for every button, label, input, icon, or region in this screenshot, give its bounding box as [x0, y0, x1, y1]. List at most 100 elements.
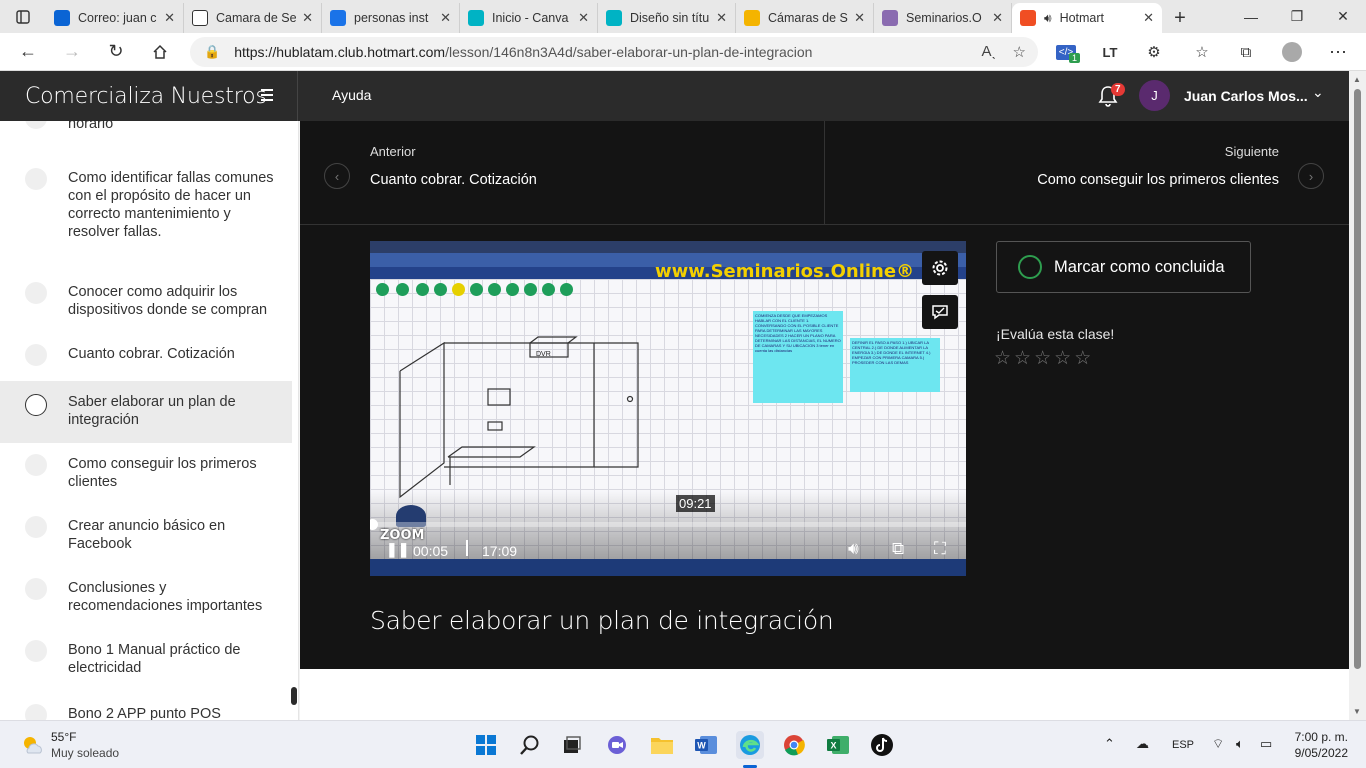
task-view-button[interactable] — [558, 731, 586, 759]
onedrive-icon[interactable]: ☁ — [1136, 736, 1149, 752]
tab-close-icon[interactable]: ✕ — [440, 10, 451, 26]
lesson-item[interactable]: horario — [0, 121, 292, 141]
minimize-button[interactable]: — — [1228, 0, 1274, 33]
lesson-item[interactable]: Conocer como adquirir los dispositivos d… — [0, 281, 292, 327]
video-comment-button[interactable] — [922, 295, 958, 329]
clock-date[interactable]: 9/05/2022 — [1290, 746, 1348, 760]
scroll-up-icon[interactable]: ▲ — [1353, 75, 1361, 84]
tab-close-icon[interactable]: ✕ — [1143, 10, 1154, 26]
video-player[interactable]: www.Seminarios.Online® DVR COMIENZA DESD… — [370, 241, 966, 576]
avatar[interactable]: J — [1139, 80, 1170, 111]
browser-tab[interactable]: Seminarios.O ✕ — [874, 3, 1012, 33]
tab-audio-icon[interactable]: 🔊︎ — [1044, 11, 1052, 26]
home-button[interactable] — [138, 33, 182, 71]
picture-in-picture-icon[interactable]: ⧉ — [892, 539, 904, 559]
volume-icon[interactable]: 🔊︎ — [848, 539, 859, 559]
forward-button[interactable]: → — [50, 33, 94, 71]
star-icon[interactable]: ☆ — [1074, 347, 1091, 370]
page-scrollbar[interactable]: ▲ ▼ — [1349, 71, 1366, 720]
browser-tab[interactable]: personas inst ✕ — [322, 3, 460, 33]
scroll-down-icon[interactable]: ▼ — [1353, 707, 1361, 716]
chrome-button[interactable] — [780, 731, 808, 759]
star-icon[interactable]: ☆ — [994, 347, 1011, 370]
lesson-item[interactable]: Como conseguir los primeros clientes — [0, 453, 292, 501]
next-lesson-link[interactable]: Siguiente Como conseguir los primeros cl… — [825, 121, 1349, 225]
speaker-icon[interactable]: 🔈︎ — [1236, 736, 1244, 752]
lesson-status-icon[interactable] — [25, 578, 47, 600]
add-favorite-icon[interactable]: ☆ — [1013, 43, 1026, 61]
extension-lt-button[interactable]: LT — [1090, 33, 1130, 71]
tab-close-icon[interactable]: ✕ — [578, 10, 589, 26]
browser-tab[interactable]: Inicio - Canva ✕ — [460, 3, 598, 33]
chevron-down-icon[interactable]: ⌄ — [1312, 84, 1324, 101]
edge-button[interactable] — [736, 731, 764, 759]
lesson-item[interactable]: Cuanto cobrar. Cotización — [0, 343, 292, 377]
previous-lesson-link[interactable]: ‹ Anterior Cuanto cobrar. Cotización — [300, 121, 825, 225]
url-input[interactable]: 🔒 https://hublatam.club.hotmart.com/less… — [190, 37, 1038, 67]
fullscreen-icon[interactable]: ⛶ — [934, 539, 946, 559]
tab-actions-button[interactable] — [0, 0, 46, 33]
start-button[interactable] — [472, 731, 500, 759]
lesson-status-icon[interactable] — [25, 344, 47, 366]
star-icon[interactable]: ☆ — [1054, 347, 1071, 370]
help-link[interactable]: Ayuda — [332, 87, 371, 103]
sun-cloud-icon[interactable] — [20, 733, 44, 757]
lesson-status-icon[interactable] — [25, 704, 47, 720]
tab-close-icon[interactable]: ✕ — [302, 10, 313, 26]
video-settings-button[interactable] — [922, 251, 958, 285]
lesson-item[interactable]: Bono 1 Manual práctico de electricidad — [0, 639, 292, 687]
user-name[interactable]: Juan Carlos Mos... — [1184, 88, 1308, 104]
tab-close-icon[interactable]: ✕ — [854, 10, 865, 26]
lesson-item[interactable]: Como identificar fallas comunes con el p… — [0, 167, 292, 263]
language-indicator[interactable]: ESP — [1172, 739, 1194, 751]
mark-complete-button[interactable]: Marcar como concluida — [996, 241, 1251, 293]
browser-tab[interactable]: Correo: juan c ✕ — [46, 3, 184, 33]
browser-tab[interactable]: Diseño sin títu ✕ — [598, 3, 736, 33]
lesson-status-icon[interactable] — [25, 640, 47, 662]
close-window-button[interactable]: ✕ — [1320, 0, 1366, 33]
search-button[interactable] — [516, 731, 544, 759]
browser-tab[interactable]: 🔊︎ Hotmart ✕ — [1012, 3, 1162, 33]
lesson-item[interactable]: Conclusiones y recomendaciones important… — [0, 577, 292, 625]
extensions-button[interactable]: ⚙ — [1134, 33, 1174, 71]
lesson-status-icon[interactable] — [25, 121, 47, 129]
file-explorer-button[interactable] — [648, 731, 676, 759]
tray-overflow-icon[interactable]: ⌃ — [1104, 736, 1115, 752]
chevron-left-icon[interactable]: ‹ — [324, 163, 350, 189]
tab-close-icon[interactable]: ✕ — [164, 10, 175, 26]
settings-menu-button[interactable]: ⋯ — [1318, 33, 1358, 71]
lesson-status-icon[interactable] — [25, 516, 47, 538]
back-button[interactable]: ← — [6, 33, 50, 71]
sidebar-scrollbar[interactable] — [291, 687, 297, 705]
pause-button[interactable]: ❚❚ — [386, 541, 409, 558]
favorites-button[interactable]: ☆ — [1182, 33, 1222, 71]
tab-close-icon[interactable]: ✕ — [716, 10, 727, 26]
lesson-status-icon[interactable] — [25, 394, 47, 416]
star-icon[interactable]: ☆ — [1034, 347, 1051, 370]
chevron-right-icon[interactable]: › — [1298, 163, 1324, 189]
video-progress-bar[interactable] — [370, 522, 966, 527]
browser-tab[interactable]: Cámaras de S ✕ — [736, 3, 874, 33]
battery-icon[interactable]: ▭ — [1260, 736, 1272, 752]
restore-button[interactable]: ❐ — [1274, 0, 1320, 33]
clock-time[interactable]: 7:00 p. m. — [1292, 730, 1348, 744]
lesson-status-icon[interactable] — [25, 282, 47, 304]
lesson-status-icon[interactable] — [25, 168, 47, 190]
new-tab-button[interactable]: + — [1162, 3, 1198, 33]
lesson-item[interactable]: Saber elaborar un plan de integración — [0, 381, 292, 443]
lesson-item[interactable]: Crear anuncio básico en Facebook — [0, 515, 292, 563]
collections-button[interactable]: ⧉ — [1226, 33, 1266, 71]
read-aloud-icon[interactable]: Aˎ — [982, 43, 997, 61]
wifi-icon[interactable]: ⌔ — [1212, 736, 1224, 752]
tab-close-icon[interactable]: ✕ — [992, 10, 1003, 26]
reload-button[interactable]: ↻ — [94, 33, 138, 71]
extension-devtools-button[interactable]: </> 1 — [1046, 33, 1086, 71]
browser-tab[interactable]: Camara de Se ✕ — [184, 3, 322, 33]
star-icon[interactable]: ☆ — [1014, 347, 1031, 370]
page-scroll-thumb[interactable] — [1354, 89, 1361, 669]
word-button[interactable]: W — [692, 731, 720, 759]
tiktok-button[interactable] — [868, 731, 896, 759]
excel-button[interactable]: X — [824, 731, 852, 759]
teams-chat-button[interactable] — [603, 731, 631, 759]
lesson-status-icon[interactable] — [25, 454, 47, 476]
